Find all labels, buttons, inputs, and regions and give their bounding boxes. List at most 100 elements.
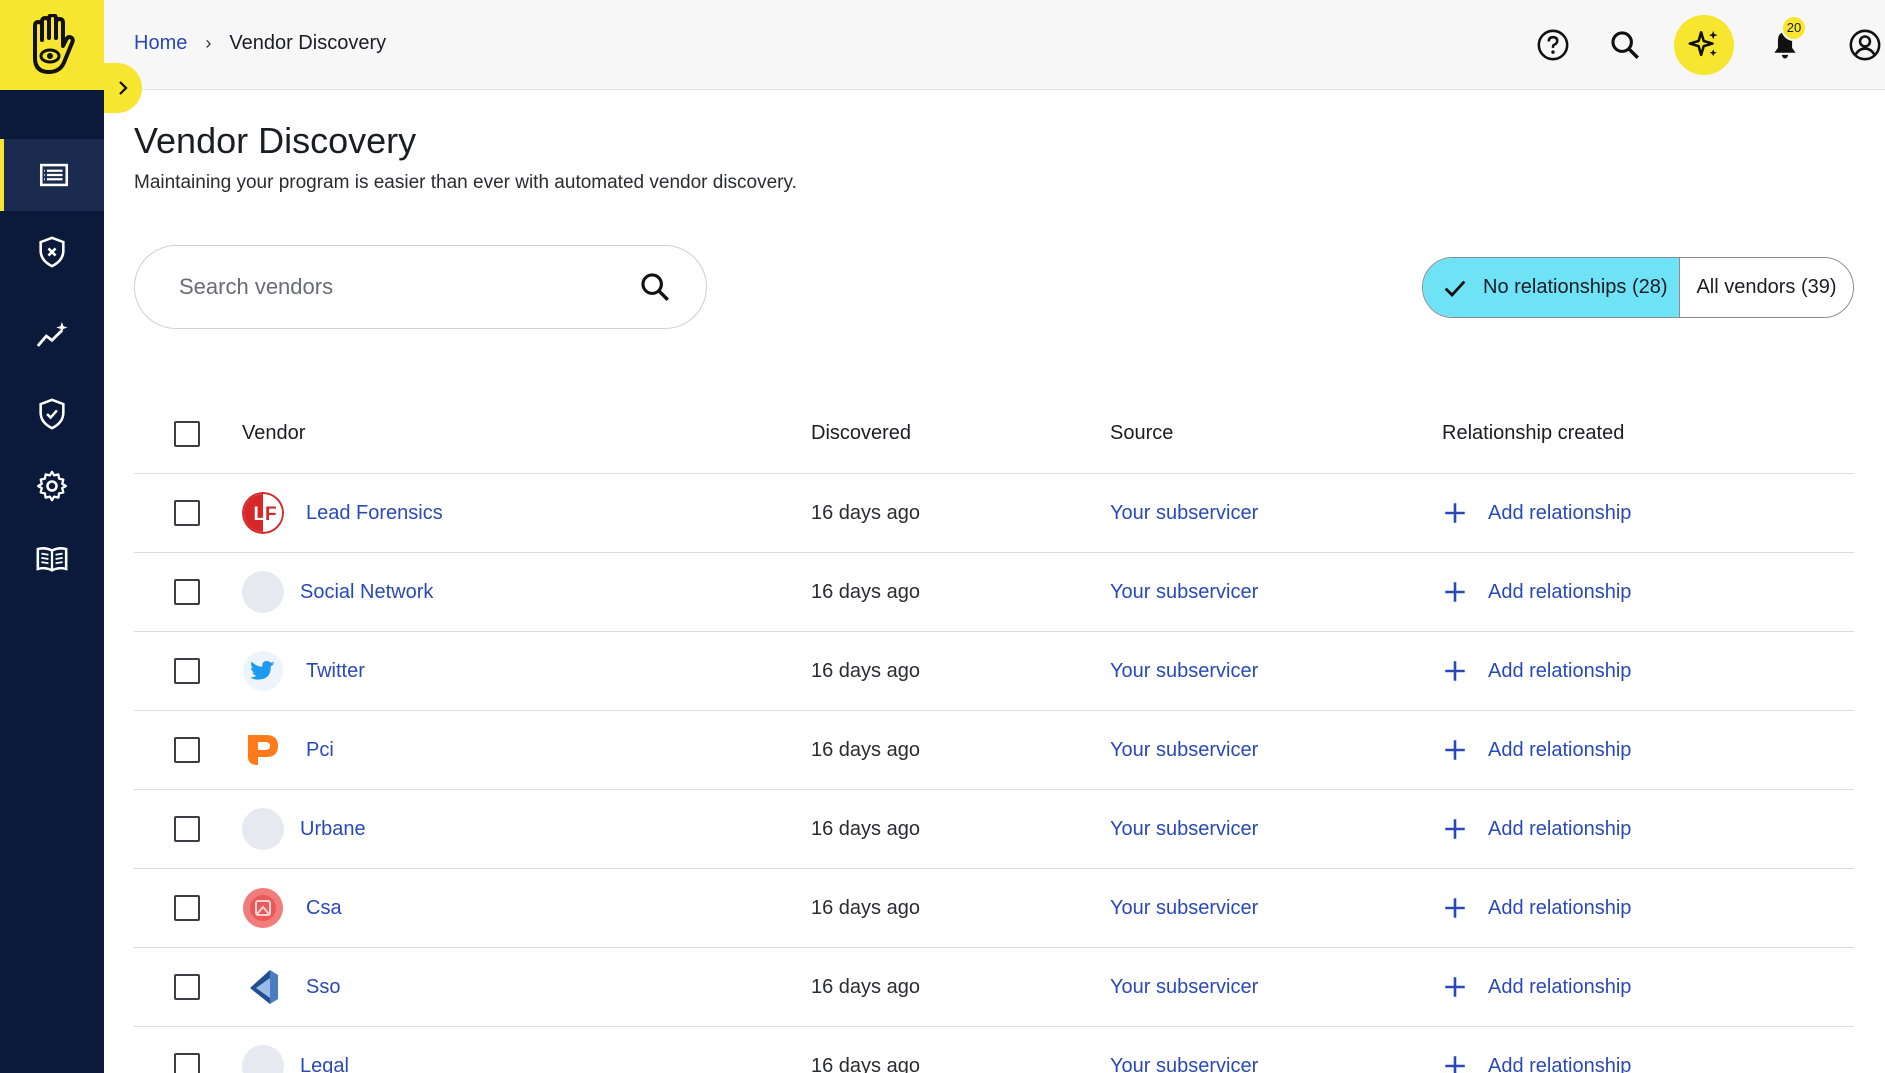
row-checkbox[interactable]	[174, 895, 200, 921]
table-row: LF Lead Forensics 16 days ago Your subse…	[134, 474, 1854, 553]
vendor-name-link[interactable]: Social Network	[300, 581, 433, 604]
help-button[interactable]	[1523, 15, 1583, 75]
table-row: Urbane 16 days ago Your subservicer Add …	[134, 790, 1854, 869]
column-header-discovered[interactable]: Discovered	[811, 394, 911, 473]
sidebar-item-insights[interactable]	[0, 300, 104, 372]
app-logo[interactable]	[0, 0, 104, 90]
blank-logo	[242, 571, 284, 613]
trend-sparkle-icon	[36, 321, 68, 347]
profile-button[interactable]	[1835, 15, 1885, 75]
source-link[interactable]: Your subservicer	[1110, 1055, 1258, 1073]
help-icon	[1537, 29, 1569, 61]
plus-icon	[1445, 819, 1465, 839]
sidebar-item-risks[interactable]	[0, 216, 104, 288]
plus-icon	[1445, 898, 1465, 918]
notification-count-badge: 20	[1781, 15, 1807, 41]
vendor-table: Vendor Discovered Source Relationship cr…	[134, 394, 1854, 1073]
notifications-button[interactable]: 20	[1755, 15, 1815, 75]
add-relationship-button[interactable]: Add relationship	[1442, 737, 1631, 763]
add-relationship-button[interactable]: Add relationship	[1442, 1053, 1631, 1073]
add-relationship-label: Add relationship	[1488, 501, 1632, 524]
blank-logo	[242, 1045, 284, 1073]
row-checkbox[interactable]	[174, 1053, 200, 1073]
discovered-date: 16 days ago	[811, 501, 920, 524]
row-checkbox[interactable]	[174, 579, 200, 605]
column-header-source[interactable]: Source	[1110, 394, 1173, 473]
add-relationship-button[interactable]: Add relationship	[1442, 816, 1631, 842]
vendor-name-link[interactable]: Legal	[300, 1055, 349, 1073]
vendor-name-link[interactable]: Csa	[306, 897, 342, 920]
table-header: Vendor Discovered Source Relationship cr…	[134, 394, 1854, 474]
breadcrumb-separator: ›	[205, 33, 212, 53]
lead-forensics-logo: LF	[242, 492, 284, 534]
source-link[interactable]: Your subservicer	[1110, 739, 1258, 762]
vendor-name-link[interactable]: Pci	[306, 739, 334, 762]
shield-x-icon	[39, 236, 65, 268]
top-header: Home › Vendor Discovery 20	[104, 0, 1885, 90]
table-row: Sso 16 days ago Your subservicer Add rel…	[134, 948, 1854, 1027]
vendor-name-link[interactable]: Twitter	[306, 660, 365, 683]
add-relationship-label: Add relationship	[1488, 817, 1632, 840]
page-subtitle: Maintaining your program is easier than …	[134, 172, 797, 193]
source-link[interactable]: Your subservicer	[1110, 660, 1258, 683]
filter-no-relationships-label: No relationships (28)	[1483, 276, 1668, 298]
plus-icon	[1445, 503, 1465, 523]
csa-logo	[242, 887, 284, 929]
row-checkbox[interactable]	[174, 737, 200, 763]
add-relationship-label: Add relationship	[1488, 580, 1632, 603]
add-relationship-button[interactable]: Add relationship	[1442, 500, 1631, 526]
add-relationship-label: Add relationship	[1488, 1054, 1632, 1073]
add-relationship-button[interactable]: Add relationship	[1442, 658, 1631, 684]
add-relationship-button[interactable]: Add relationship	[1442, 579, 1631, 605]
search-icon	[1611, 31, 1639, 59]
vendor-name-link[interactable]: Sso	[306, 976, 340, 999]
row-checkbox[interactable]	[174, 816, 200, 842]
discovered-date: 16 days ago	[811, 738, 920, 761]
search-icon[interactable]	[638, 270, 672, 304]
vendor-name-link[interactable]: Urbane	[300, 818, 366, 841]
filter-all-vendors[interactable]: All vendors (39)	[1680, 258, 1853, 317]
discovered-date: 16 days ago	[811, 580, 920, 603]
sidebar-item-docs[interactable]	[0, 523, 104, 595]
row-checkbox[interactable]	[174, 500, 200, 526]
breadcrumb: Home › Vendor Discovery	[134, 32, 386, 55]
select-all-checkbox[interactable]	[174, 420, 200, 447]
book-icon	[36, 547, 68, 572]
add-relationship-button[interactable]: Add relationship	[1442, 895, 1631, 921]
sso-logo	[242, 966, 284, 1008]
table-row: Legal 16 days ago Your subservicer Add r…	[134, 1027, 1854, 1073]
global-search-button[interactable]	[1595, 15, 1655, 75]
check-icon	[1444, 280, 1466, 297]
user-avatar-icon	[1849, 29, 1881, 61]
breadcrumb-current: Vendor Discovery	[229, 32, 387, 54]
source-link[interactable]: Your subservicer	[1110, 897, 1258, 920]
filter-no-relationships[interactable]: No relationships (28)	[1423, 258, 1680, 317]
plus-icon	[1445, 977, 1465, 997]
column-header-vendor[interactable]: Vendor	[242, 394, 305, 473]
sidebar-item-vendors[interactable]	[0, 139, 104, 211]
source-link[interactable]: Your subservicer	[1110, 818, 1258, 841]
breadcrumb-home-link[interactable]: Home	[134, 32, 187, 55]
sidebar-item-settings[interactable]	[0, 450, 104, 522]
row-checkbox[interactable]	[174, 658, 200, 684]
ai-assistant-button[interactable]	[1674, 15, 1734, 75]
table-row: Twitter 16 days ago Your subservicer Add…	[134, 632, 1854, 711]
vendor-search	[134, 245, 707, 329]
add-relationship-button[interactable]: Add relationship	[1442, 974, 1631, 1000]
add-relationship-label: Add relationship	[1488, 659, 1632, 682]
column-header-relationship-created[interactable]: Relationship created	[1442, 394, 1624, 473]
relationship-filter-toggle: No relationships (28) All vendors (39)	[1422, 257, 1854, 318]
plus-icon	[1445, 740, 1465, 760]
plus-icon	[1445, 661, 1465, 681]
row-checkbox[interactable]	[174, 974, 200, 1000]
vendor-name-link[interactable]: Lead Forensics	[306, 502, 443, 525]
plus-icon	[1445, 582, 1465, 602]
sidebar	[0, 0, 104, 1073]
sidebar-item-compliance[interactable]	[0, 378, 104, 450]
vendor-search-input[interactable]	[179, 246, 619, 328]
table-row: Pci 16 days ago Your subservicer Add rel…	[134, 711, 1854, 790]
source-link[interactable]: Your subservicer	[1110, 976, 1258, 999]
source-link[interactable]: Your subservicer	[1110, 581, 1258, 604]
source-link[interactable]: Your subservicer	[1110, 502, 1258, 525]
blank-logo	[242, 808, 284, 850]
